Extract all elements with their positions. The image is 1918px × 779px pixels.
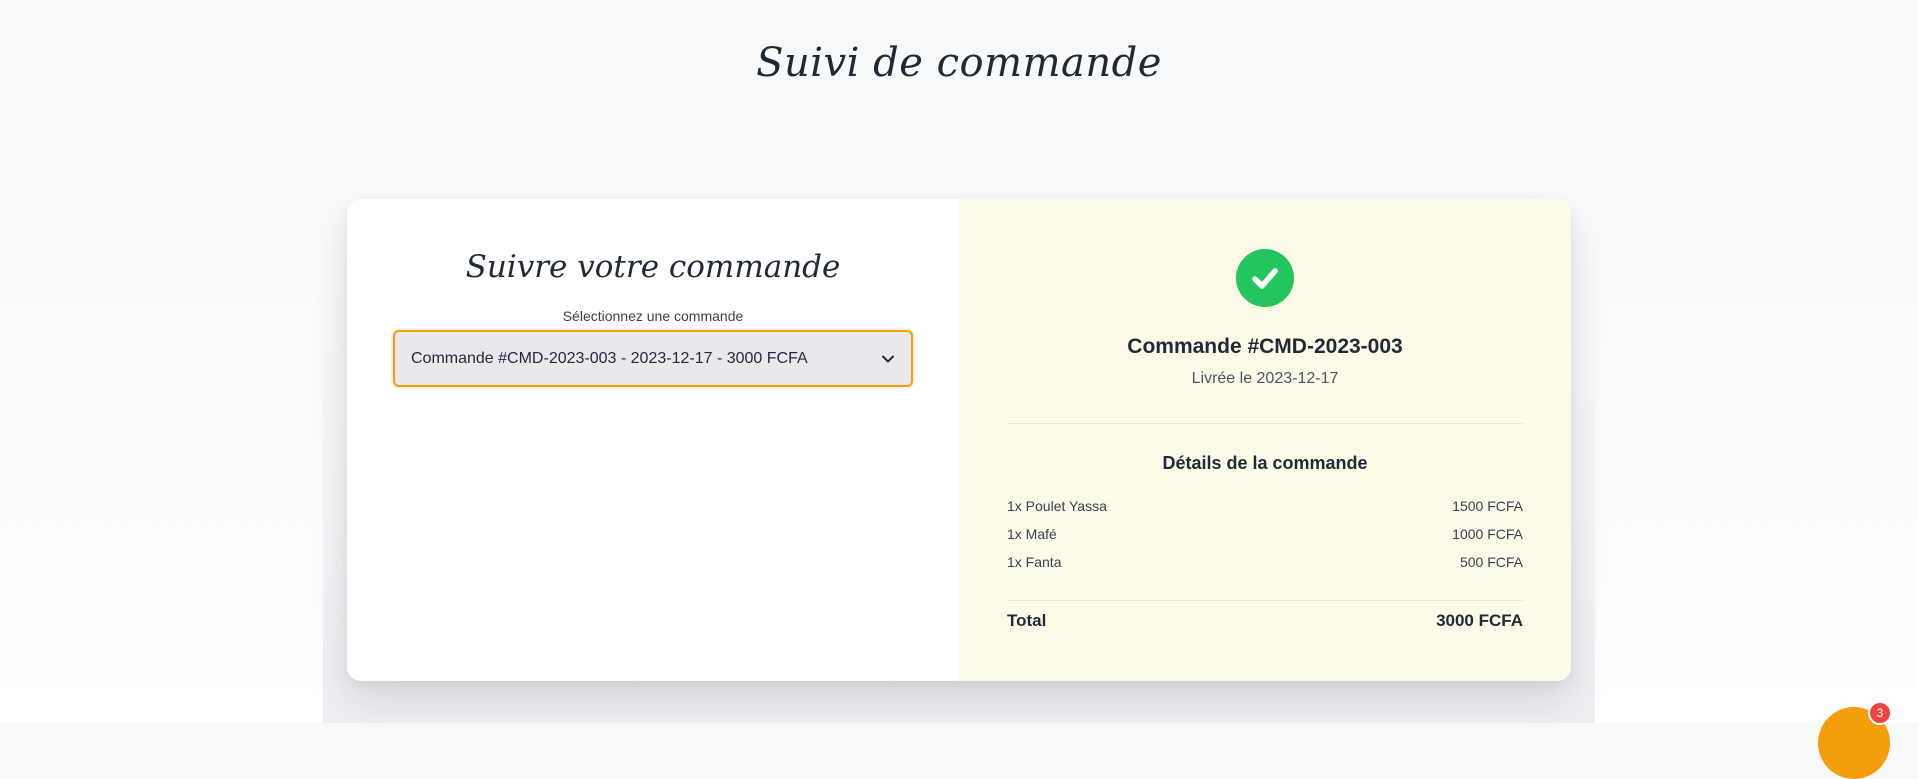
item-price: 1000 FCFA	[1452, 526, 1523, 542]
check-circle-icon	[1236, 249, 1294, 307]
total-label: Total	[1007, 611, 1047, 630]
list-item: 1x Fanta 500 FCFA	[1007, 554, 1523, 582]
tracking-form-title: Suivre votre commande	[465, 249, 841, 285]
item-name: 1x Mafé	[1007, 526, 1057, 542]
order-number: Commande #CMD-2023-003	[1127, 335, 1403, 358]
delivery-status: Livrée le 2023-12-17	[1191, 370, 1339, 387]
item-name: 1x Fanta	[1007, 554, 1062, 570]
item-name: 1x Poulet Yassa	[1007, 498, 1107, 514]
order-status-panel: Commande #CMD-2023-003 Livrée le 2023-12…	[959, 199, 1571, 681]
order-select[interactable]: Commande #CMD-2023-003 - 2023-12-17 - 30…	[393, 330, 913, 387]
order-details-title: Détails de la commande	[1162, 453, 1368, 473]
order-tracking-card: Suivre votre commande Sélectionnez une c…	[347, 199, 1571, 681]
order-items-list: 1x Poulet Yassa 1500 FCFA 1x Mafé 1000 F…	[1007, 498, 1523, 582]
item-price: 500 FCFA	[1459, 554, 1523, 570]
tracking-form-panel: Suivre votre commande Sélectionnez une c…	[347, 199, 959, 681]
order-select-label: Sélectionnez une commande	[562, 308, 744, 324]
list-item: 1x Poulet Yassa 1500 FCFA	[1007, 498, 1523, 526]
order-total-row: Total 3000 FCFA	[1007, 611, 1523, 631]
item-price: 1500 FCFA	[1452, 498, 1523, 514]
total-value: 3000 FCFA	[1436, 611, 1523, 630]
order-select-value: Commande #CMD-2023-003 - 2023-12-17 - 30…	[411, 349, 808, 367]
list-item: 1x Mafé 1000 FCFA	[1007, 526, 1523, 554]
chevron-down-icon	[881, 352, 895, 366]
page-title: Suivi de commande	[756, 40, 1162, 86]
divider	[1007, 423, 1523, 424]
notification-count-badge: 3	[1868, 701, 1892, 725]
divider	[1007, 600, 1523, 601]
